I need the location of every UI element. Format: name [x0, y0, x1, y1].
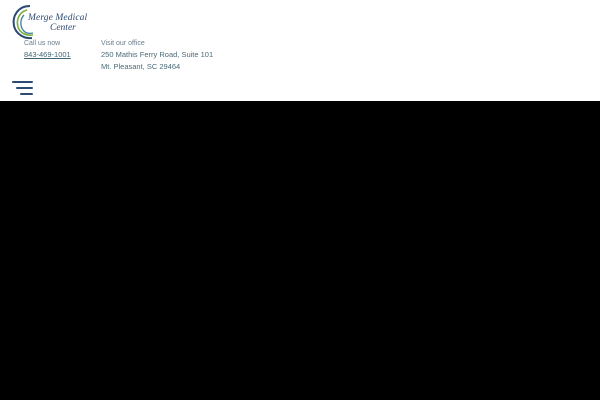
address-line2: Mt. Pleasant, SC 29464 — [101, 62, 181, 71]
phone-link[interactable]: 843-469-1001 — [24, 50, 71, 59]
site-logo[interactable]: Merge Medical Center — [10, 4, 87, 40]
menu-bar-bottom — [20, 93, 33, 95]
menu-bar-middle — [16, 87, 33, 89]
menu-bar-top — [12, 81, 33, 83]
logo-text-line1: Merge Medical — [28, 13, 88, 23]
logo-text-line2: Center — [50, 23, 76, 33]
address-line1: 250 Mathis Ferry Road, Suite 101 — [101, 50, 214, 59]
call-label: Call us now — [24, 40, 61, 47]
page: Merge Medical Center Call us now 843-469… — [0, 0, 600, 400]
visit-label: Visit our office — [101, 40, 145, 47]
hamburger-menu-icon[interactable] — [12, 81, 33, 95]
site-header: Merge Medical Center Call us now 843-469… — [0, 0, 600, 101]
hero-banner — [0, 101, 600, 400]
